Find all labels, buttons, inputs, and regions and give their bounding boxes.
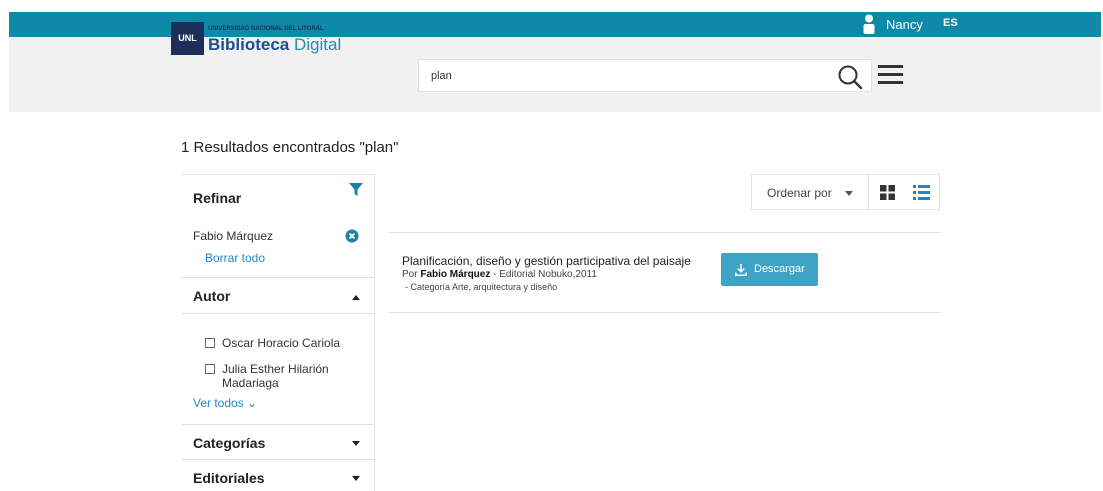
download-button[interactable]: Descargar <box>721 253 818 286</box>
chevron-down-icon[interactable] <box>845 191 853 196</box>
collapse-caret-icon[interactable] <box>352 295 360 300</box>
remove-filter-icon[interactable] <box>345 229 359 243</box>
result-author[interactable]: Fabio Márquez <box>420 269 490 280</box>
list-view-icon[interactable] <box>913 185 930 200</box>
author-option-line: Madariaga <box>222 376 279 390</box>
result-by-prefix: Por <box>402 269 418 280</box>
expand-caret-icon[interactable] <box>352 441 360 446</box>
clear-all-link[interactable]: Borrar todo <box>205 251 265 265</box>
hamburger-menu-icon[interactable] <box>878 64 903 85</box>
divider <box>181 459 374 460</box>
logo-title[interactable]: Biblioteca Digital <box>208 35 341 55</box>
checkbox[interactable] <box>205 338 215 348</box>
logo-badge[interactable]: UNL <box>171 22 204 55</box>
result-title[interactable]: Planificación, diseño y gestión particip… <box>402 254 691 268</box>
checkbox[interactable] <box>205 364 215 374</box>
divider <box>868 175 869 209</box>
section-autor-title[interactable]: Autor <box>193 288 230 304</box>
user-name[interactable]: Nancy <box>886 17 923 32</box>
result-publisher: - Editorial Nobuko,2011 <box>493 269 597 280</box>
section-categorias-title[interactable]: Categorías <box>193 435 265 451</box>
author-option-line: Julia Esther Hilarión <box>222 362 329 376</box>
sort-toolbar: Ordenar por <box>751 174 940 210</box>
author-option-label: Oscar Horacio Cariola <box>222 336 341 350</box>
download-label: Descargar <box>754 263 805 275</box>
divider <box>181 277 374 278</box>
grid-view-icon[interactable] <box>880 185 895 200</box>
divider <box>389 312 940 313</box>
refine-heading: Refinar <box>193 190 242 206</box>
sort-dropdown[interactable]: Ordenar por <box>767 186 832 200</box>
refine-sidebar: Refinar Fabio Márquez Borrar todo Autor … <box>181 174 375 491</box>
logo-subtitle: UNIVERSIDAD NACIONAL DEL LITORAL <box>208 26 324 32</box>
author-option-label: Julia Esther Hilarión Madariaga <box>222 362 329 390</box>
user-icon[interactable] <box>862 14 876 34</box>
expand-caret-icon[interactable] <box>352 476 360 481</box>
search-icon[interactable] <box>837 64 863 90</box>
active-filter-label: Fabio Márquez <box>193 229 274 243</box>
download-icon <box>735 264 747 276</box>
divider <box>389 232 940 233</box>
search-input[interactable] <box>431 67 811 85</box>
search-bar <box>418 59 872 92</box>
divider <box>181 424 374 425</box>
result-category: - Categoría Arte, arquitectura y diseño <box>405 282 558 292</box>
result-meta: Por Fabio Márquez - Editorial Nobuko,201… <box>402 269 597 280</box>
results-title: 1 Resultados encontrados "plan" <box>181 139 399 156</box>
language-selector[interactable]: ES <box>943 17 958 29</box>
logo-title-light: Digital <box>293 35 342 54</box>
divider <box>181 313 374 314</box>
filter-icon[interactable] <box>349 183 363 197</box>
section-editoriales-title[interactable]: Editoriales <box>193 470 265 486</box>
logo-title-bold: Biblioteca <box>208 35 290 54</box>
see-all-link[interactable]: Ver todos ⌄ <box>193 396 257 410</box>
